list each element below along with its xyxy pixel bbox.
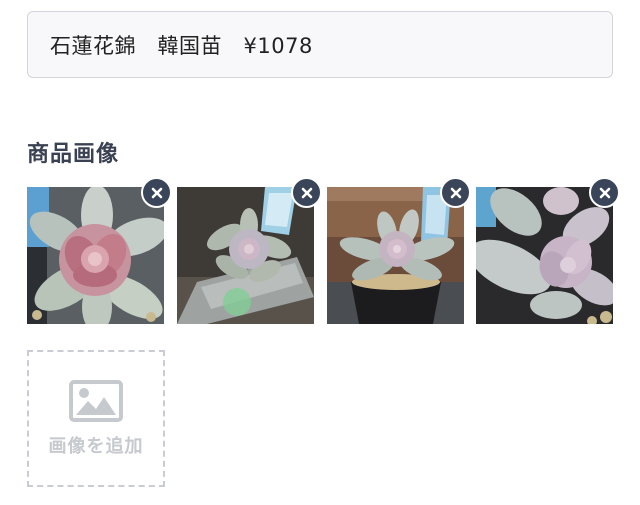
product-image-thumbnail-1[interactable] [27,187,164,324]
product-image-thumbnail-3[interactable] [327,187,464,324]
add-image-button[interactable]: 画像を追加 [27,350,165,487]
close-icon [301,187,312,198]
remove-image-button-4[interactable] [589,177,620,208]
product-title-field[interactable]: 石蓮花錦 韓国苗 ¥1078 [27,11,613,78]
product-image-thumbnail-2[interactable] [177,187,314,324]
close-icon [151,187,162,198]
add-image-label: 画像を追加 [48,435,144,457]
remove-image-button-1[interactable] [141,177,172,208]
remove-image-button-3[interactable] [440,177,471,208]
product-image-thumbnail-4[interactable] [476,187,613,324]
remove-image-button-2[interactable] [291,177,322,208]
close-icon [450,187,461,198]
images-section-label: 商品画像 [27,142,120,167]
product-title-value: 石蓮花錦 韓国苗 ¥1078 [50,33,313,58]
close-icon [599,187,610,198]
image-icon [69,379,123,422]
product-image-editor: 石蓮花錦 韓国苗 ¥1078 商品画像 画像を追加 [0,0,640,505]
